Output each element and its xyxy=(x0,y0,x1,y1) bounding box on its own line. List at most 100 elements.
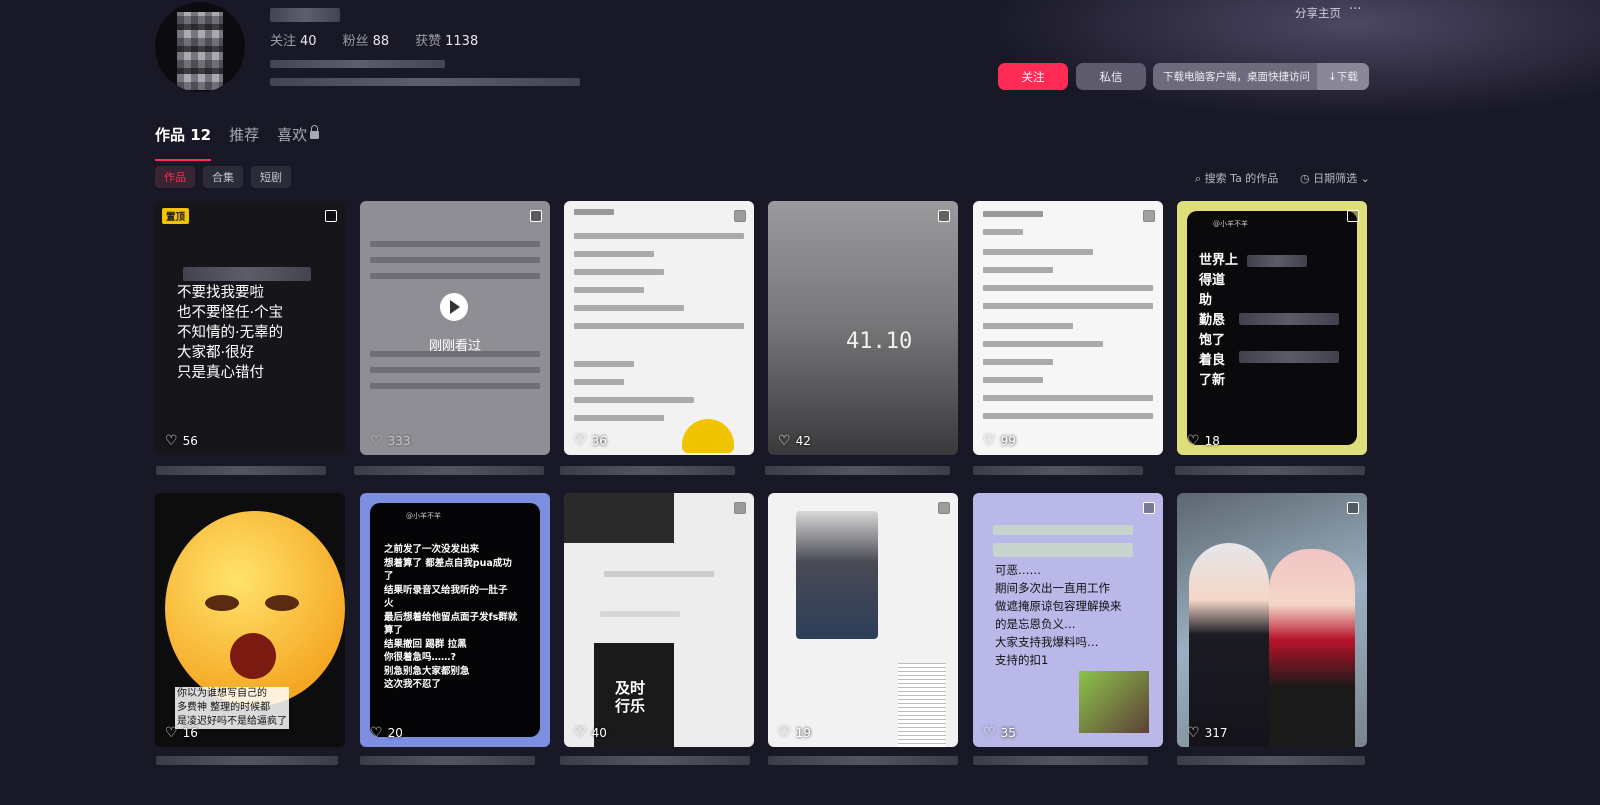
video-card[interactable]: 刚刚看过 ♡ 333 xyxy=(360,201,550,455)
message-button[interactable]: 私信 xyxy=(1076,63,1146,90)
heart-icon: ♡ xyxy=(778,433,791,449)
share-profile-link[interactable]: 分享主页 xyxy=(1295,5,1341,21)
blurred-text-line xyxy=(983,359,1053,365)
nickname-blurred xyxy=(270,8,340,22)
multi-image-icon xyxy=(1143,502,1155,514)
heart-icon: ♡ xyxy=(983,725,996,741)
video-card[interactable]: 41.10 ♡ 42 xyxy=(768,201,958,455)
scale-reading: 41.10 xyxy=(846,329,913,354)
multi-image-icon xyxy=(938,210,950,222)
blurred-text-line xyxy=(574,305,684,311)
video-card[interactable]: 可恶…… 期间多次出一直用工作 做遮掩原谅包容理解换来 的是忘恩负义… 大家支持… xyxy=(973,493,1163,747)
follow-button[interactable]: 关注 xyxy=(998,63,1068,90)
clothing-photo xyxy=(796,511,878,639)
account-id-blurred xyxy=(270,60,445,68)
blurred-text-line xyxy=(370,273,540,279)
more-options-icon[interactable]: ··· xyxy=(1349,2,1361,17)
video-card[interactable]: @小羊不羊 世界上 得道 助 勤恳 饱了 着良 了新 ♡ 18 xyxy=(1177,201,1367,455)
tab-works[interactable]: 作品 12 xyxy=(155,124,212,161)
chip-collections[interactable]: 合集 xyxy=(203,166,243,188)
like-count-value: 36 xyxy=(591,434,607,448)
tab-likes[interactable]: 喜欢 xyxy=(277,124,320,161)
search-works[interactable]: ⌕ 搜索 Ta 的作品 xyxy=(1195,170,1278,186)
video-text-blurred xyxy=(1239,313,1339,325)
video-card[interactable]: @小羊不羊 之前发了一次没发出来 想着算了 都差点自我pua成功 了 结果听录音… xyxy=(360,493,550,747)
video-caption-blurred xyxy=(1177,756,1365,765)
profile-tabs: 作品 12 推荐 喜欢 xyxy=(155,124,320,161)
blurred-text-line xyxy=(983,285,1153,291)
blurred-text-line xyxy=(983,229,1023,235)
like-count-value: 40 xyxy=(591,726,607,740)
like-count: ♡ 56 xyxy=(165,433,198,449)
search-works-label: 搜索 Ta 的作品 xyxy=(1204,172,1279,185)
avatar[interactable] xyxy=(155,2,245,92)
video-card[interactable]: ♡ 99 xyxy=(973,201,1163,455)
like-count-value: 317 xyxy=(1204,726,1228,740)
video-overlay-text: 之前发了一次没发出来 想着算了 都差点自我pua成功 了 结果听录音又给我听的一… xyxy=(384,544,518,690)
chip-short-dramas[interactable]: 短剧 xyxy=(251,166,291,188)
blurred-text-line xyxy=(574,361,634,367)
blurred-text-line xyxy=(983,413,1153,419)
video-card[interactable]: ♡ 19 xyxy=(768,493,958,747)
emoji-eye xyxy=(265,595,299,611)
heart-icon: ♡ xyxy=(778,725,791,741)
play-icon xyxy=(440,293,468,321)
stat-following[interactable]: 关注 40 xyxy=(270,30,317,49)
blurred-text-line xyxy=(574,233,744,239)
blurred-text-line xyxy=(600,611,680,617)
avatar-mosaic xyxy=(177,12,223,90)
video-text-blurred xyxy=(993,525,1133,535)
video-card[interactable]: 置顶 不要找我要啦 也不要怪任·个宝 不知情的·无辜的 大家都·很好 只是真心错… xyxy=(155,201,345,455)
like-count: ♡ 333 xyxy=(370,433,410,449)
heart-icon: ♡ xyxy=(1187,725,1200,741)
video-overlay-text: 世界上 得道 助 勤恳 饱了 着良 了新 xyxy=(1199,253,1239,388)
like-count: ♡ 16 xyxy=(165,725,198,741)
like-count: ♡ 35 xyxy=(983,725,1016,741)
chevron-down-icon: ⌄ xyxy=(1357,172,1370,185)
date-filter-dropdown[interactable]: ◷ 日期筛选 ⌄ xyxy=(1300,170,1370,186)
download-client-banner[interactable]: 下载电脑客户端，桌面快捷访问 ↓下载 xyxy=(1153,63,1369,90)
blurred-text-line xyxy=(574,323,744,329)
document-scan xyxy=(898,663,946,747)
multi-image-icon xyxy=(1347,210,1359,222)
like-count-value: 19 xyxy=(795,726,811,740)
video-card[interactable]: ♡ 36 xyxy=(564,201,754,455)
stat-followers-value: 88 xyxy=(372,34,390,49)
blurred-text-line xyxy=(983,267,1053,273)
video-caption-blurred xyxy=(560,756,750,765)
emoji-mouth xyxy=(230,633,276,679)
recently-viewed-label: 刚刚看过 xyxy=(428,339,481,354)
stat-following-value: 40 xyxy=(300,34,317,49)
download-button[interactable]: ↓下载 xyxy=(1317,63,1369,90)
video-text-blurred xyxy=(1239,351,1339,363)
like-count: ♡ 42 xyxy=(778,433,811,449)
video-caption-blurred xyxy=(360,756,535,765)
cartoon-sticker xyxy=(1079,671,1149,733)
video-caption-blurred xyxy=(768,756,958,765)
profile-stats: 关注 40 粉丝 88 获赞 1138 xyxy=(270,30,478,49)
multi-image-icon xyxy=(938,502,950,514)
video-card[interactable]: 及时 行乐 ♡ 40 xyxy=(564,493,754,747)
video-text-blurred xyxy=(1247,255,1307,267)
heart-icon: ♡ xyxy=(165,725,178,741)
blurred-text-line xyxy=(983,341,1103,347)
video-card[interactable]: ♡ 317 xyxy=(1177,493,1367,747)
video-caption-blurred xyxy=(1175,466,1365,475)
blurred-text-line xyxy=(983,303,1153,309)
tab-recommend[interactable]: 推荐 xyxy=(229,124,259,161)
like-count: ♡ 18 xyxy=(1187,433,1220,449)
download-client-text: 下载电脑客户端，桌面快捷访问 xyxy=(1163,71,1310,83)
video-card[interactable]: 你以为谁想写自己的 多费神 整理的时候都 是凌迟好吗不是给逼疯了 ♡ 16 xyxy=(155,493,345,747)
heart-icon: ♡ xyxy=(165,433,178,449)
chip-works[interactable]: 作品 xyxy=(155,166,195,188)
author-handle: @小羊不羊 xyxy=(406,512,441,520)
blurred-text-line xyxy=(574,251,654,257)
blurred-text-line xyxy=(983,395,1153,401)
blurred-text-line xyxy=(574,269,664,275)
like-count: ♡ 99 xyxy=(983,433,1016,449)
stat-followers[interactable]: 粉丝 88 xyxy=(343,30,390,49)
blurred-text-line xyxy=(604,571,714,577)
video-caption-blurred xyxy=(765,466,950,475)
calendar-icon: ◷ xyxy=(1300,172,1314,185)
multi-image-icon xyxy=(1347,502,1359,514)
